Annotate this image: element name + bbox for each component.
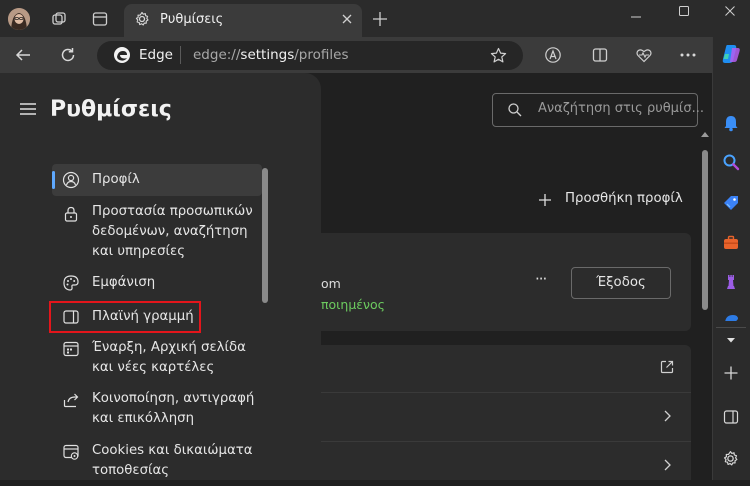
copilot-icon[interactable] (719, 42, 743, 66)
browser-essentials-icon[interactable] (635, 46, 653, 64)
nav-item-appearance[interactable]: Εμφάνιση (52, 268, 262, 300)
settings-gear-icon (134, 11, 150, 27)
start-page-icon (62, 340, 80, 358)
nav-item-cookies-permissions[interactable]: Cookies και δικαιώματα τοποθεσίας (52, 440, 262, 486)
tab-title: Ρυθμίσεις (160, 12, 224, 27)
nav-item-share-copy-paste[interactable]: Κοινοποίηση, αντιγραφή και επικόλληση (52, 388, 262, 434)
page-scrollbar-thumb[interactable] (702, 150, 708, 310)
profile-more-button[interactable]: ··· (535, 270, 547, 288)
maximize-icon[interactable] (678, 5, 690, 17)
profile-sync-status: ποιημένος (321, 297, 386, 312)
hide-sidebar-icon[interactable] (723, 409, 739, 425)
signout-button[interactable]: Έξοδος (571, 267, 671, 299)
sidebar-divider (716, 327, 746, 328)
url-text: edge://settings/profiles (193, 47, 348, 63)
nav-label-line: Προστασία προσωπικών (92, 204, 253, 219)
nav-item-start-home[interactable]: Έναρξη, Αρχική σελίδα και νέες καρτέλες (52, 337, 262, 383)
notifications-bell-icon[interactable] (722, 114, 740, 132)
microsoft-365-icon[interactable] (722, 312, 740, 321)
search-placeholder: Αναζήτηση στις ρυθμίσ... (538, 101, 704, 116)
search-icon (507, 102, 523, 118)
favorite-star-icon[interactable] (490, 47, 507, 64)
add-sidebar-app-icon[interactable] (723, 365, 739, 381)
page-scrollbar-up[interactable] (701, 131, 709, 137)
profile-email: om (321, 276, 341, 291)
page-title: Ρυθμίσεις (50, 97, 172, 122)
nav-label-line: και νέες καρτέλες (92, 360, 215, 375)
profile-avatar[interactable] (8, 8, 30, 30)
nav-label: Προστασία προσωπικών δεδομένων, αναζήτησ… (92, 202, 253, 262)
nav-label: Έναρξη, Αρχική σελίδα και νέες καρτέλες (92, 338, 246, 378)
url-prefix: edge:// (193, 47, 241, 63)
share-icon (62, 391, 80, 409)
site-permissions-icon (62, 443, 80, 461)
nav-label-line: και υπηρεσίες (92, 244, 186, 259)
chevron-right-icon[interactable] (661, 458, 673, 472)
tab-close-icon[interactable] (341, 13, 353, 25)
nav-label-line: και επικόλληση (92, 411, 195, 426)
workspaces-icon[interactable] (50, 10, 68, 28)
external-link-icon[interactable] (659, 359, 675, 375)
add-profile-button[interactable]: Προσθήκη προφίλ (536, 190, 686, 212)
refresh-icon[interactable] (59, 46, 77, 64)
palette-icon (62, 274, 80, 292)
nav-label-line: τοποθεσίας (92, 463, 170, 478)
url-divider (180, 46, 181, 64)
split-screen-icon[interactable] (591, 46, 609, 64)
sidebar-settings-gear-icon[interactable] (722, 450, 739, 467)
selected-indicator (52, 171, 55, 189)
profile-settings-card (300, 345, 691, 480)
add-profile-label: Προσθήκη προφίλ (565, 191, 683, 206)
row-divider (300, 441, 691, 442)
tools-briefcase-icon[interactable] (722, 234, 740, 252)
nav-label: Cookies και δικαιώματα τοποθεσίας (92, 441, 252, 481)
chevron-right-icon[interactable] (661, 409, 673, 423)
nav-label-line: Cookies και δικαιώματα (92, 443, 253, 458)
tab-actions-icon[interactable] (91, 10, 109, 28)
nav-label: Εμφάνιση (92, 275, 156, 290)
url-path: settings (240, 47, 295, 63)
avatar-photo-icon (8, 8, 30, 30)
back-arrow-icon[interactable] (14, 46, 32, 64)
settings-more-icon[interactable] (680, 52, 696, 58)
nav-label-line: δεδομένων, αναζήτηση (92, 224, 248, 239)
url-suffix: /profiles (294, 47, 349, 63)
nav-label-line: Κοινοποίηση, αντιγραφή (92, 391, 255, 406)
nav-label-line: Έναρξη, Αρχική σελίδα (92, 340, 246, 355)
minimize-icon[interactable] (630, 11, 642, 23)
row-divider (300, 392, 691, 393)
new-tab-plus-icon[interactable] (372, 11, 388, 27)
read-aloud-icon[interactable] (544, 46, 562, 64)
games-chess-icon[interactable] (722, 273, 740, 291)
site-label: Edge (139, 47, 173, 63)
add-plus-icon (538, 193, 552, 207)
collapse-chevron-icon[interactable] (724, 333, 738, 347)
lock-icon (62, 205, 80, 223)
hamburger-menu-icon[interactable] (19, 102, 37, 116)
close-window-icon[interactable] (724, 5, 736, 17)
nav-scrollbar-thumb[interactable] (262, 168, 268, 303)
nav-item-profiles[interactable]: Προφίλ (52, 164, 262, 196)
profile-icon (62, 171, 80, 189)
search-sidebar-icon[interactable] (722, 153, 740, 171)
edge-logo-icon (113, 46, 131, 64)
shopping-tag-icon[interactable] (722, 194, 740, 212)
nav-item-privacy[interactable]: Προστασία προσωπικών δεδομένων, αναζήτησ… (52, 200, 262, 264)
nav-label: Προφίλ (92, 172, 140, 187)
nav-label: Κοινοποίηση, αντιγραφή και επικόλληση (92, 389, 254, 429)
highlight-box (49, 301, 201, 333)
